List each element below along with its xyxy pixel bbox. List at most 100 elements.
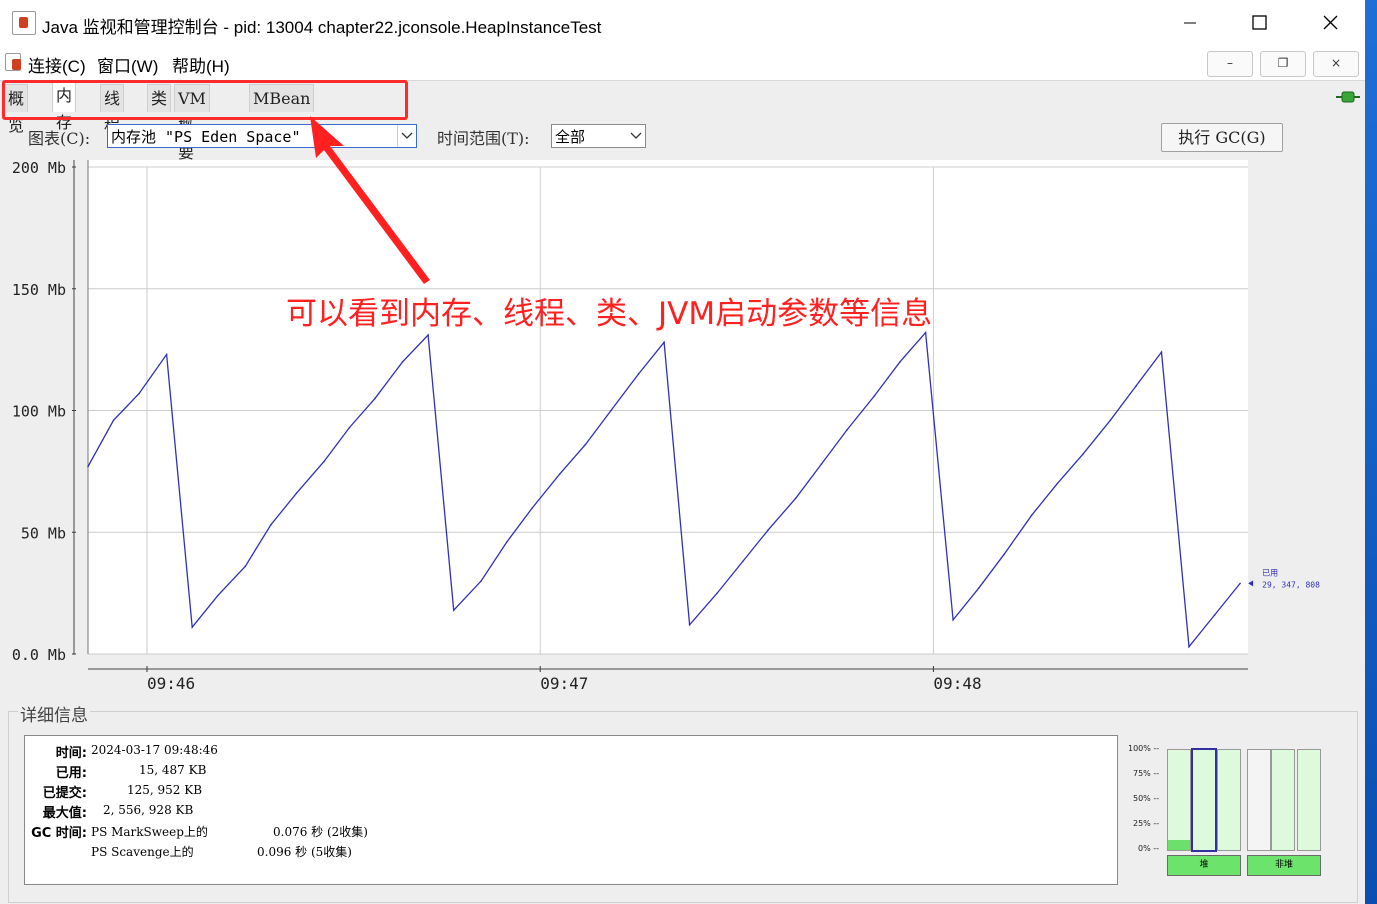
nonheap-group-label: 非堆 [1247,855,1321,876]
detail-value-gc2-time: 0.096 秒 (5收集) [257,845,352,859]
nonheap-bar-2[interactable] [1271,749,1295,851]
data-point [716,592,718,594]
data-point [1056,482,1059,485]
connection-plug-icon [1336,91,1360,103]
maximize-button[interactable] [1225,0,1295,46]
detail-key-max: 最大值: [42,806,87,821]
data-point [216,594,219,597]
data-point [401,361,404,363]
x-tick-label: 09:47 [540,674,588,693]
data-point [427,334,429,336]
nonheap-bar-3[interactable] [1297,749,1321,851]
close-icon [1323,15,1338,30]
data-point [1160,351,1163,353]
time-range-select[interactable]: 全部 [551,124,646,148]
detail-key-time: 时间: [55,746,87,761]
data-point [741,560,744,563]
time-range-label: 时间范围(T): [437,129,530,148]
data-point [1030,514,1033,517]
data-point [610,409,612,412]
data-point [165,353,168,356]
data-point [663,341,665,344]
data-point [688,623,691,626]
frame-minimize-button[interactable]: – [1207,51,1253,77]
y-tick-label: 150 Mb [12,281,66,299]
chart-select-value: 内存池 "PS Eden Space" [111,128,301,146]
data-point [767,529,770,531]
annotation-text: 可以看到内存、线程、类、JVM启动参数等信息 [286,296,933,332]
minimize-icon [1184,22,1196,24]
detail-key-gc-time: GC 时间: [31,826,87,841]
data-point [191,626,194,629]
heap-bar-old[interactable] [1217,749,1241,851]
detail-value-committed: 125, 952 KB [127,783,203,797]
data-point [531,507,534,509]
data-point [1135,385,1137,387]
data-point [1109,419,1112,422]
frame-restore-button[interactable]: ❐ [1260,51,1306,77]
bar-tick-50: 50% -- [1133,794,1160,803]
menu-connect[interactable]: 连接(C) [28,52,86,77]
data-point [1082,453,1084,456]
y-tick-label: 0.0 Mb [12,646,66,664]
x-tick-label: 09:46 [147,674,195,693]
data-point [270,524,272,526]
data-point [637,373,640,375]
menu-help[interactable]: 帮助(H) [172,52,230,77]
memory-chart: 0.0 Mb 50 Mb 100 Mb 150 Mb 200 Mb 09:46 09:47 0… [0,150,1365,695]
detail-value-used: 15, 487 KB [139,763,207,777]
data-point [1003,553,1006,555]
data-point [374,397,376,400]
data-point [794,497,797,499]
heap-group-label: 堆 [1167,855,1241,876]
memory-usage-bars: 100% -- 75% -- 50% -- 25% -- 0% -- 堆 非堆 [1124,740,1354,880]
end-label: 已用 [1262,568,1278,577]
detail-value-gc1-name: PS MarkSweep上的 [91,825,208,839]
data-point [846,429,848,431]
detail-value-gc1-time: 0.076 秒 (2收集) [273,825,368,839]
plot-area [88,160,1248,654]
chevron-down-icon [630,132,642,139]
internal-frame-icon [5,53,21,71]
minimize-button[interactable] [1155,0,1225,46]
heap-bar-eden[interactable] [1167,749,1191,851]
java-app-icon [12,11,36,35]
data-point [977,587,980,590]
data-point [348,426,351,429]
data-point [480,580,483,582]
memory-chart-svg: 0.0 Mb 50 Mb 100 Mb 150 Mb 200 Mb 09:46 09:47 0… [12,159,1320,693]
data-point [1188,645,1190,648]
data-point [138,392,140,395]
data-point [559,473,561,475]
window-title: Java 监视和管理控制台 - pid: 13004 chapter22.jco… [42,18,602,37]
details-title: 详细信息 [18,701,90,726]
perform-gc-button[interactable]: 执行 GC(G) [1161,123,1283,152]
data-point [873,395,876,397]
bar-tick-0: 0% -- [1138,844,1160,853]
nonheap-bar-1[interactable] [1247,749,1271,851]
heap-bar-survivor[interactable] [1191,748,1217,852]
detail-value-gc2-name: PS Scavenge上的 [91,845,194,859]
menu-bar: 连接(C) 窗口(W) 帮助(H) [0,46,1365,81]
end-marker [1248,580,1254,587]
detail-key-used: 已用: [55,766,87,781]
close-window-button[interactable] [1295,0,1365,46]
bar-tick-25: 25% -- [1133,819,1160,828]
desktop-edge [1365,0,1377,904]
data-point [899,361,901,363]
menu-window[interactable]: 窗口(W) [97,52,158,77]
data-point [1213,614,1216,616]
data-point [244,565,247,568]
data-point [584,443,587,446]
data-point [952,619,954,621]
end-value: 29, 347, 808 [1262,580,1320,589]
data-point [1239,582,1241,585]
detail-key-committed: 已提交: [42,786,87,801]
bar-tick-100: 100% -- [1128,744,1160,753]
frame-close-button[interactable]: × [1313,51,1359,77]
maximize-icon [1252,15,1267,30]
annotation-arrow [310,116,430,284]
data-point [820,463,823,465]
data-point [505,541,508,543]
jconsole-window: Java 监视和管理控制台 - pid: 13004 chapter22.jco… [0,0,1365,904]
